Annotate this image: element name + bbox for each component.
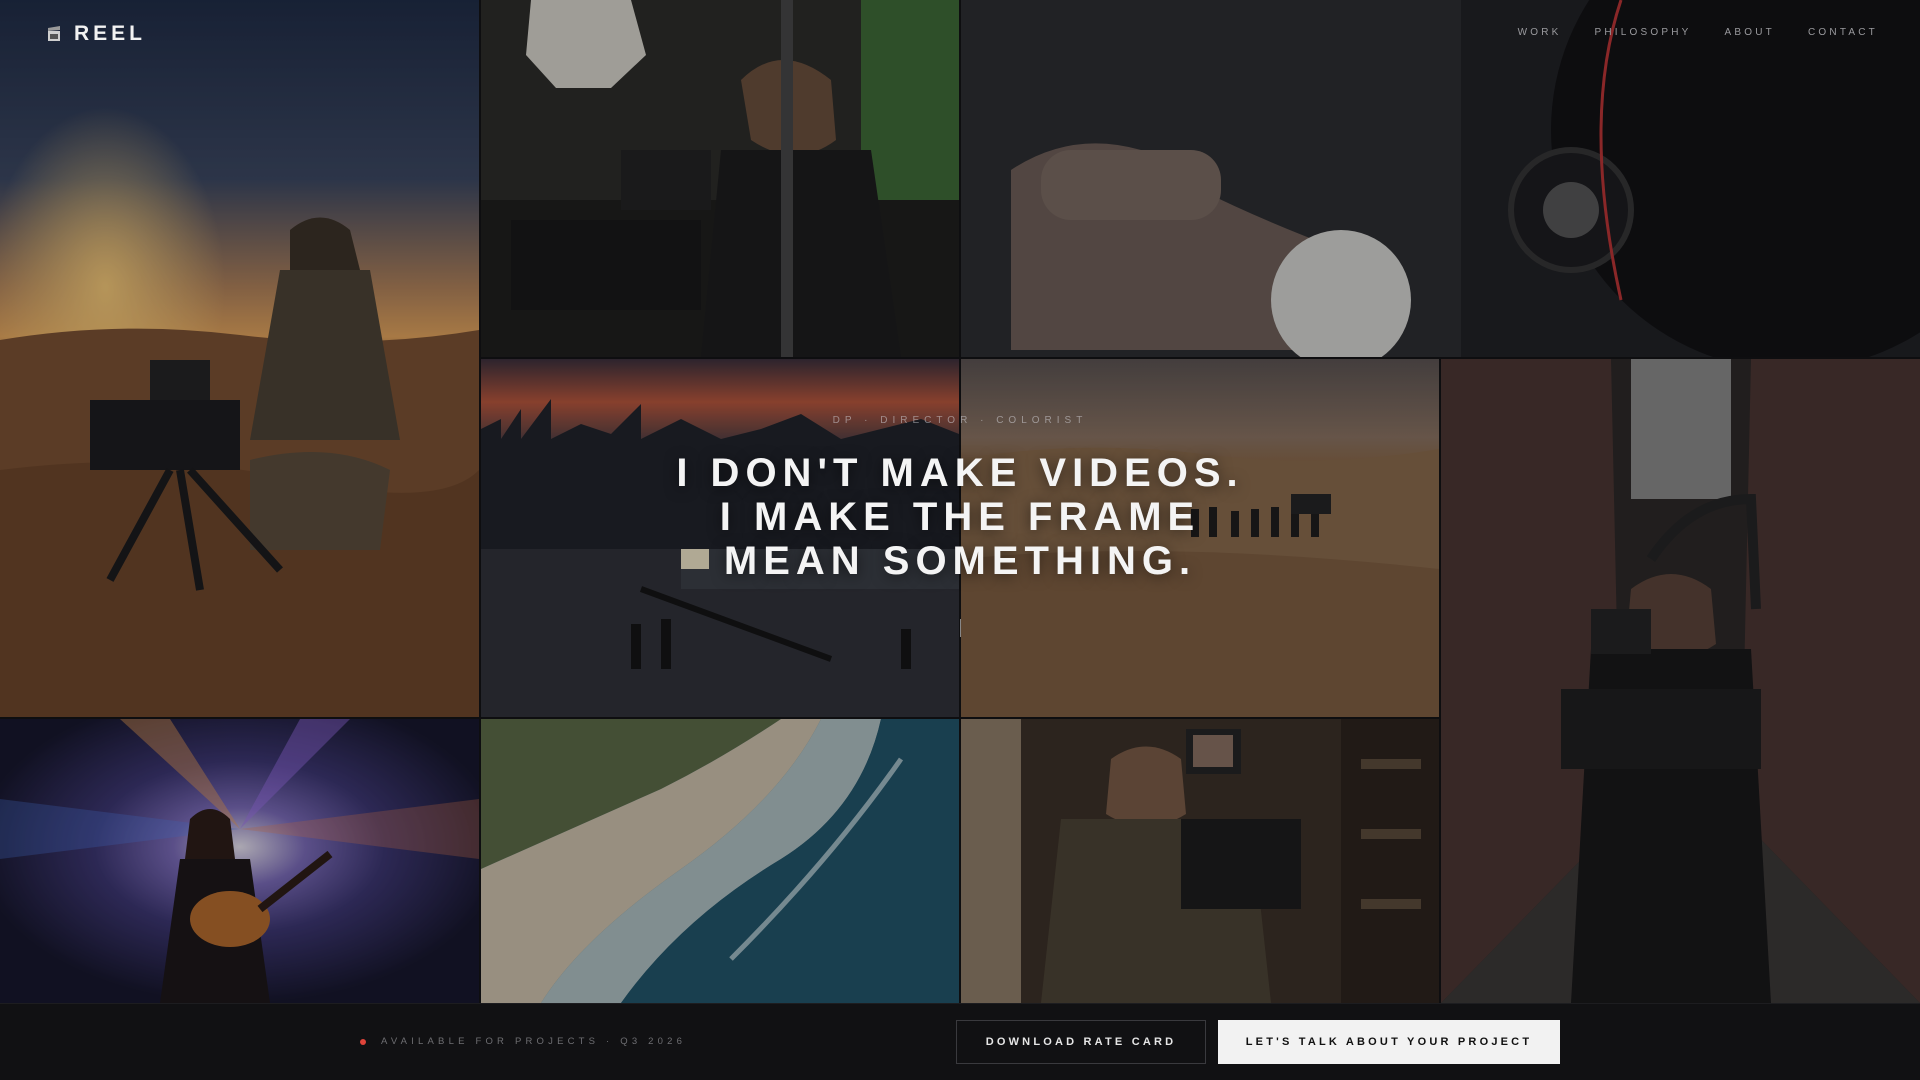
nav-item-contact[interactable]: CONTACT [1808, 27, 1878, 38]
nav-item-work[interactable]: WORK [1518, 27, 1562, 38]
photo-tile-handheld-indoors[interactable] [961, 719, 1439, 1003]
availability-status: AVAILABLE FOR PROJECTS · Q3 2026 [360, 1036, 686, 1047]
scroll-indicator [960, 619, 961, 637]
photo-tile-guitarist-stage[interactable] [0, 719, 479, 1003]
hero-headline: I DON'T MAKE VIDEOS. I MAKE THE FRAME ME… [0, 451, 1920, 583]
main-nav: WORK PHILOSOPHY ABOUT CONTACT [1518, 27, 1878, 38]
photo-tile-aerial-beach[interactable] [481, 719, 959, 1003]
photo-tile-desert-cameraman[interactable] [0, 0, 479, 717]
headline-line-3: MEAN SOMETHING. [723, 539, 1197, 583]
headline-line-1: I DON'T MAKE VIDEOS. [676, 451, 1244, 495]
contact-cta-button[interactable]: LET'S TALK ABOUT YOUR PROJECT [1218, 1020, 1560, 1064]
hero-eyebrow: DP · DIRECTOR · COLORIST [832, 415, 1088, 426]
nav-item-philosophy[interactable]: PHILOSOPHY [1595, 27, 1692, 38]
status-dot-icon [360, 1038, 366, 1045]
nav-item-about[interactable]: ABOUT [1725, 27, 1775, 38]
headline-line-2: I MAKE THE FRAME [719, 495, 1201, 539]
film-clapper-icon [48, 26, 60, 41]
photo-tile-lens-focus[interactable] [961, 0, 1920, 357]
download-rate-card-button[interactable]: DOWNLOAD RATE CARD [956, 1020, 1206, 1064]
brand-name: REEL [74, 22, 147, 45]
brand[interactable]: REEL [46, 22, 146, 46]
photo-tile-studio-operator[interactable] [481, 0, 959, 357]
availability-text: AVAILABLE FOR PROJECTS · Q3 2026 [381, 1036, 687, 1047]
footer-bar: AVAILABLE FOR PROJECTS · Q3 2026 DOWNLOA… [0, 1003, 1920, 1080]
